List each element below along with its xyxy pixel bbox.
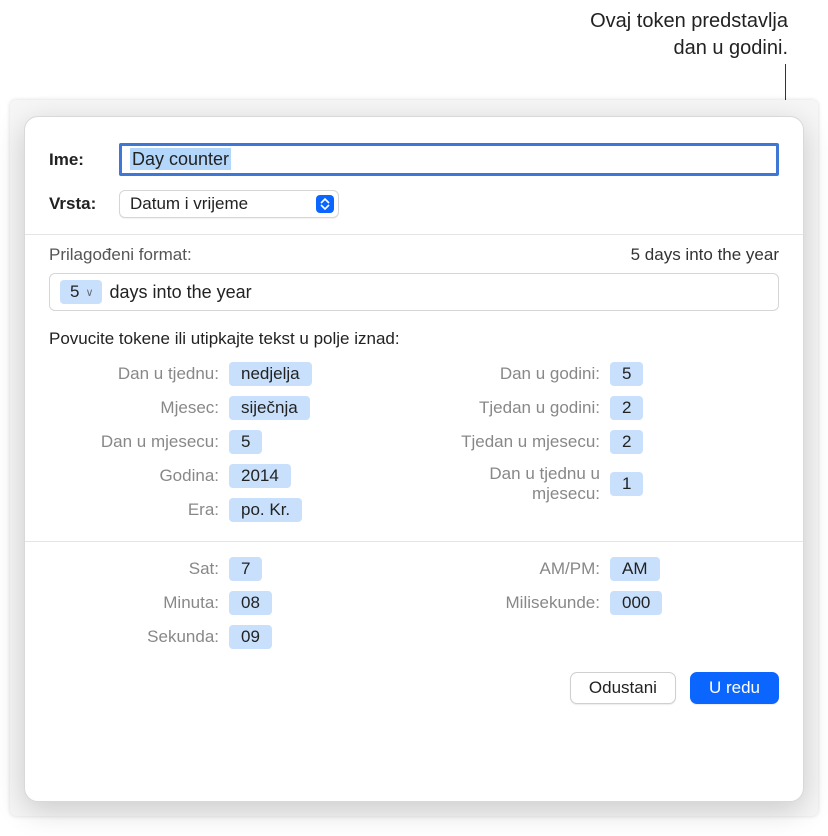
token-weekday-of-month[interactable]: 1 [610, 472, 643, 496]
callout-text: Ovaj token predstavlja dan u godini. [590, 8, 788, 62]
name-label: Ime: [49, 150, 109, 170]
cancel-button[interactable]: Odustani [570, 672, 676, 704]
drag-hint: Povucite tokene ili utipkajte tekst u po… [25, 311, 803, 357]
token-row: Era:po. Kr. [43, 493, 404, 527]
token-millisecond[interactable]: 000 [610, 591, 662, 615]
custom-format-label: Prilagođeni format: [49, 245, 192, 265]
format-input[interactable]: 5 ∨ days into the year [49, 273, 779, 311]
token-day-of-month[interactable]: 5 [229, 430, 262, 454]
token-year[interactable]: 2014 [229, 464, 291, 488]
token-row: Sekunda:09 [43, 620, 404, 654]
chevron-down-icon: ∨ [85, 286, 93, 299]
token-row: Sat:7 [43, 552, 404, 586]
name-input[interactable]: Day counter [119, 143, 779, 176]
token-row: Dan u tjednu u mjesecu:1 [424, 459, 785, 509]
token-row: AM/PM:AM [424, 552, 785, 586]
token-row: Tjedan u godini:2 [424, 391, 785, 425]
name-input-value: Day counter [130, 148, 231, 170]
token-week-of-month[interactable]: 2 [610, 430, 643, 454]
updown-icon [316, 195, 334, 213]
format-token-value: 5 [70, 282, 79, 302]
token-hour[interactable]: 7 [229, 557, 262, 581]
callout-line2: dan u godini. [590, 35, 788, 62]
time-token-grid: Sat:7 Minuta:08 Sekunda:09 AM/PM:AM Mili… [25, 552, 803, 654]
token-month[interactable]: siječnja [229, 396, 310, 420]
ok-button[interactable]: U redu [690, 672, 779, 704]
custom-format-dialog: Ime: Day counter Vrsta: Datum i vrijeme … [24, 116, 804, 802]
token-row: Mjesec:siječnja [43, 391, 404, 425]
token-era[interactable]: po. Kr. [229, 498, 302, 522]
token-row: Dan u tjednu:nedjelja [43, 357, 404, 391]
token-row: Dan u mjesecu:5 [43, 425, 404, 459]
date-token-grid: Dan u tjednu:nedjelja Mjesec:siječnja Da… [25, 357, 803, 527]
token-day-of-week[interactable]: nedjelja [229, 362, 312, 386]
token-second[interactable]: 09 [229, 625, 272, 649]
type-select[interactable]: Datum i vrijeme [119, 190, 339, 218]
separator [25, 541, 803, 542]
token-row: Tjedan u mjesecu:2 [424, 425, 785, 459]
format-token-day-of-year[interactable]: 5 ∨ [60, 280, 102, 304]
token-day-of-year[interactable]: 5 [610, 362, 643, 386]
callout-line1: Ovaj token predstavlja [590, 8, 788, 35]
format-trailing-text: days into the year [110, 282, 252, 303]
type-label: Vrsta: [49, 194, 109, 214]
separator [25, 234, 803, 235]
type-select-value: Datum i vrijeme [130, 194, 248, 214]
token-week-of-year[interactable]: 2 [610, 396, 643, 420]
format-preview: 5 days into the year [631, 245, 779, 265]
token-row: Godina:2014 [43, 459, 404, 493]
token-ampm[interactable]: AM [610, 557, 660, 581]
token-row: Minuta:08 [43, 586, 404, 620]
token-row: Milisekunde:000 [424, 586, 785, 620]
token-minute[interactable]: 08 [229, 591, 272, 615]
token-row: Dan u godini:5 [424, 357, 785, 391]
